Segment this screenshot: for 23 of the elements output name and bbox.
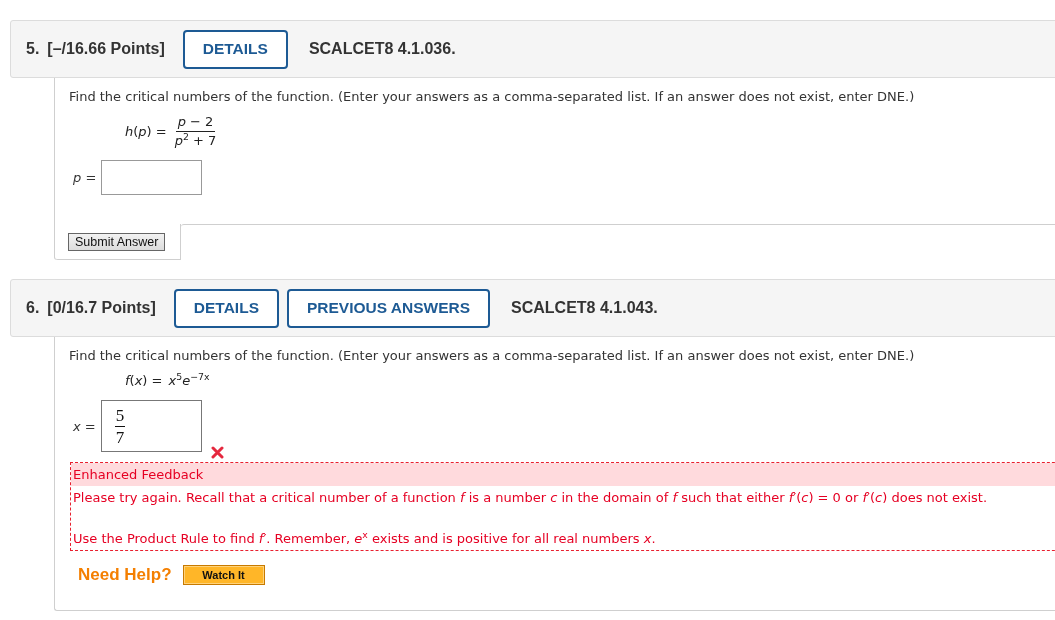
- help-button[interactable]: Watch It: [182, 565, 265, 585]
- feedback-text: Use the Product Rule to find f′. Remember, e$^{x}$ exists and is positive for all real numbers x.: [72, 530, 657, 548]
- equation: f(x) = x$^{5}$e$^{−7x}$: [125, 373, 210, 388]
- answer-label: x =: [73, 418, 96, 434]
- answer-field[interactable]: [101, 160, 203, 195]
- problem-number: 5.: [26, 40, 40, 58]
- points-label: [–/16.66 Points]: [47, 40, 165, 58]
- problem-code: SCALCET8 4.1.036.: [308, 40, 456, 58]
- header-button[interactable]: PREVIOUS ANSWERS: [287, 288, 491, 328]
- submit-button[interactable]: Submit Answer: [68, 232, 166, 251]
- feedback-title: Enhanced Feedback: [71, 463, 1055, 486]
- header-button[interactable]: DETAILS: [173, 288, 279, 328]
- question-text: Find the critical numbers of the function. (Enter your answers as a comma-separated list. If an answer does not exist, enter DNE.): [69, 347, 916, 365]
- help-heading: Need Help?: [78, 565, 172, 585]
- header-button[interactable]: DETAILS: [182, 29, 288, 69]
- answer-field[interactable]: 5 7: [100, 400, 202, 452]
- answer-label: p =: [73, 170, 97, 185]
- feedback-text: Please try again. Recall that a critical number of a function f is a number c in the domain of f such that either f′(c) = 0 or f′(c) does not exist.: [72, 489, 989, 507]
- points-label: [0/16.7 Points]: [47, 299, 156, 317]
- equation: h(p) = p − 2 p$^{2}$ + 7: [125, 114, 218, 149]
- problem-number: 6.: [26, 299, 40, 317]
- problem-code: SCALCET8 4.1.043.: [511, 299, 658, 317]
- question-text: Find the critical numbers of the function. (Enter your answers as a comma-separated list. If an answer does not exist, enter DNE.): [69, 88, 916, 106]
